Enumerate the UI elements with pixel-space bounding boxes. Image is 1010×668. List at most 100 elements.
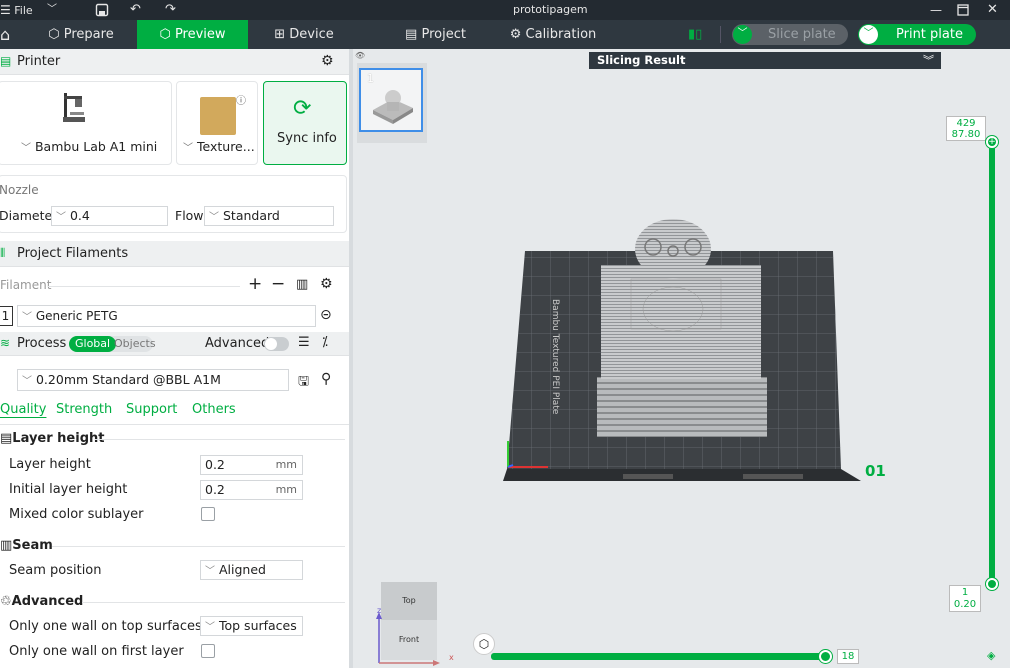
flow-select[interactable]: ﹀ Standard xyxy=(204,206,334,226)
file-menu[interactable]: ☰ File xyxy=(0,0,33,20)
printer-select-card[interactable]: ﹀ Bambu Lab A1 mini xyxy=(0,81,172,165)
layer-height-input[interactable]: 0.2 mm xyxy=(200,455,303,475)
filament-index-badge[interactable]: 1 xyxy=(0,306,13,326)
plate-thumb-model xyxy=(373,90,413,124)
moves-slider-handle[interactable] xyxy=(819,650,832,663)
search-icon[interactable]: ⚲ xyxy=(321,371,331,387)
filament-name: Generic PETG xyxy=(35,309,118,323)
tab-prepare[interactable]: ⬡ Prepare xyxy=(26,20,136,49)
texture-plate-image xyxy=(200,97,236,135)
layer-top-handle[interactable]: + xyxy=(986,136,998,148)
process-preset-select[interactable]: ﹀ 0.20mm Standard @BBL A1M xyxy=(17,369,289,391)
layout-icon[interactable]: ▮▯ xyxy=(688,20,702,49)
layer-bottom-index: 1 xyxy=(961,587,969,598)
process-icon: ≋ xyxy=(0,336,11,350)
remove-filament-icon[interactable]: − xyxy=(271,274,285,294)
plate-type-card[interactable]: ⓘ ﹀ Texture... xyxy=(176,81,258,165)
file-menu-label: File xyxy=(14,4,33,17)
print-dropdown-icon[interactable]: ﹀ xyxy=(859,25,878,44)
slicing-result-panel[interactable]: Slicing Result ︾ xyxy=(589,52,941,69)
one-wall-first-label: Only one wall on first layer xyxy=(9,644,184,659)
device-icon: ⊞ xyxy=(274,27,286,42)
chevron-down-icon: ﹀ xyxy=(183,143,193,154)
view-reset-icon[interactable]: ⬡ xyxy=(473,633,495,655)
eye-icon[interactable]: 👁 xyxy=(355,51,365,60)
diameter-label: Diameter xyxy=(0,208,58,223)
tab-quality[interactable]: Quality xyxy=(0,402,46,417)
undo-icon[interactable]: ↶ xyxy=(130,0,141,20)
seam-position-label: Seam position xyxy=(9,563,102,578)
global-toggle-option[interactable]: Global xyxy=(69,336,117,352)
filament-more-icon[interactable]: ⊝ xyxy=(320,307,332,323)
printer-settings-gear-icon[interactable]: ⚙ xyxy=(321,53,334,69)
printer-name-dropdown[interactable]: ﹀ Bambu Lab A1 mini xyxy=(21,139,157,154)
home-icon[interactable]: ⌂ xyxy=(0,20,14,49)
one-wall-first-checkbox[interactable] xyxy=(201,644,215,658)
sync-filament-icon[interactable]: ▥ xyxy=(296,277,308,292)
print-plate-button[interactable]: ﹀ Print plate xyxy=(858,24,976,45)
tab-device[interactable]: ⊞ Device xyxy=(254,20,354,49)
layer-height-label: Layer height xyxy=(9,457,91,472)
diameter-select[interactable]: ﹀ 0.4 xyxy=(51,206,168,226)
slice-dropdown-icon[interactable]: ﹀ xyxy=(733,25,752,44)
close-icon[interactable]: ✕ xyxy=(987,0,998,20)
collapse-chevron-icon[interactable]: ︾ xyxy=(923,52,934,68)
tab-strength[interactable]: Strength xyxy=(56,402,112,417)
advanced-switch[interactable] xyxy=(264,337,289,351)
save-preset-icon[interactable]: 🖫 xyxy=(298,372,309,394)
maximize-icon[interactable] xyxy=(957,0,969,20)
chevron-down-icon: ﹀ xyxy=(56,212,66,223)
tab-project-label: Project xyxy=(421,27,466,42)
filament-select[interactable]: ﹀ Generic PETG xyxy=(17,305,316,327)
chevron-down-icon[interactable]: ﹀ xyxy=(47,0,57,20)
objects-toggle-option[interactable]: Objects xyxy=(114,336,156,352)
sync-info-button[interactable]: ⟳ Sync info xyxy=(263,81,347,165)
tab-support[interactable]: Support xyxy=(126,402,177,417)
axis-indicator xyxy=(376,612,440,666)
initial-layer-height-input[interactable]: 0.2 mm xyxy=(200,480,303,500)
mixed-color-sublayer-checkbox[interactable] xyxy=(201,507,215,521)
process-section-title: Process xyxy=(17,336,67,351)
layer-height-value: 0.2 xyxy=(205,457,225,472)
tab-others[interactable]: Others xyxy=(192,402,236,417)
list-view-icon[interactable]: ☰ xyxy=(298,335,310,350)
compare-icon[interactable]: ⁒ xyxy=(322,335,328,350)
minimize-icon[interactable]: — xyxy=(930,0,942,20)
layer-bottom-height: 0.20 xyxy=(953,599,977,610)
layer-bottom-readout: 1 0.20 xyxy=(949,585,981,612)
3d-viewport[interactable]: 👁 1 Slicing Result ︾ Bambu Textured PEI … xyxy=(353,49,1010,668)
flow-label: Flow xyxy=(175,208,204,223)
filament-settings-gear-icon[interactable]: ⚙ xyxy=(320,276,333,292)
project-name: prototipagem xyxy=(513,3,588,16)
tab-project[interactable]: ▤ Project xyxy=(398,20,473,49)
moves-slider-track[interactable] xyxy=(491,653,827,660)
layer-bottom-handle[interactable] xyxy=(986,578,998,590)
process-section-header: ≋ Process Global Objects Advanced ☰ ⁒ xyxy=(0,332,349,356)
group-divider xyxy=(52,546,345,547)
save-icon[interactable] xyxy=(95,0,109,20)
plate-type-dropdown[interactable]: ﹀ Texture... xyxy=(183,139,255,154)
one-wall-top-select[interactable]: ﹀ Top surfaces xyxy=(200,616,303,636)
tabs-divider xyxy=(0,424,349,425)
initial-layer-height-value: 0.2 xyxy=(205,482,225,497)
global-objects-toggle[interactable]: Global Objects xyxy=(69,336,156,352)
layers-icon: ▤ xyxy=(0,431,13,446)
tab-preview[interactable]: ⬡ Preview xyxy=(137,20,248,49)
chevron-down-icon: ﹀ xyxy=(21,143,31,154)
info-icon[interactable]: ⓘ xyxy=(236,92,246,107)
seam-position-select[interactable]: ﹀ Aligned xyxy=(200,560,303,580)
advanced-label: Advanced xyxy=(205,336,270,351)
filament-divider xyxy=(48,286,240,287)
add-filament-icon[interactable]: + xyxy=(248,274,262,294)
plate-thumbnail[interactable]: 1 xyxy=(359,68,423,132)
tab-calibration[interactable]: ⚙ Calibration xyxy=(508,20,598,49)
layers-stack-icon[interactable]: ◈ xyxy=(987,649,995,662)
one-wall-top-label: Only one wall on top surfaces xyxy=(9,619,202,634)
tab-calibration-label: Calibration xyxy=(525,27,597,42)
tab-device-label: Device xyxy=(289,27,334,42)
slice-plate-label: Slice plate xyxy=(768,27,836,42)
redo-icon[interactable]: ↷ xyxy=(165,0,176,20)
slice-plate-button[interactable]: ﹀ Slice plate xyxy=(732,24,848,45)
layer-slider-track[interactable] xyxy=(989,143,995,583)
seam-position-value: Aligned xyxy=(218,562,266,577)
